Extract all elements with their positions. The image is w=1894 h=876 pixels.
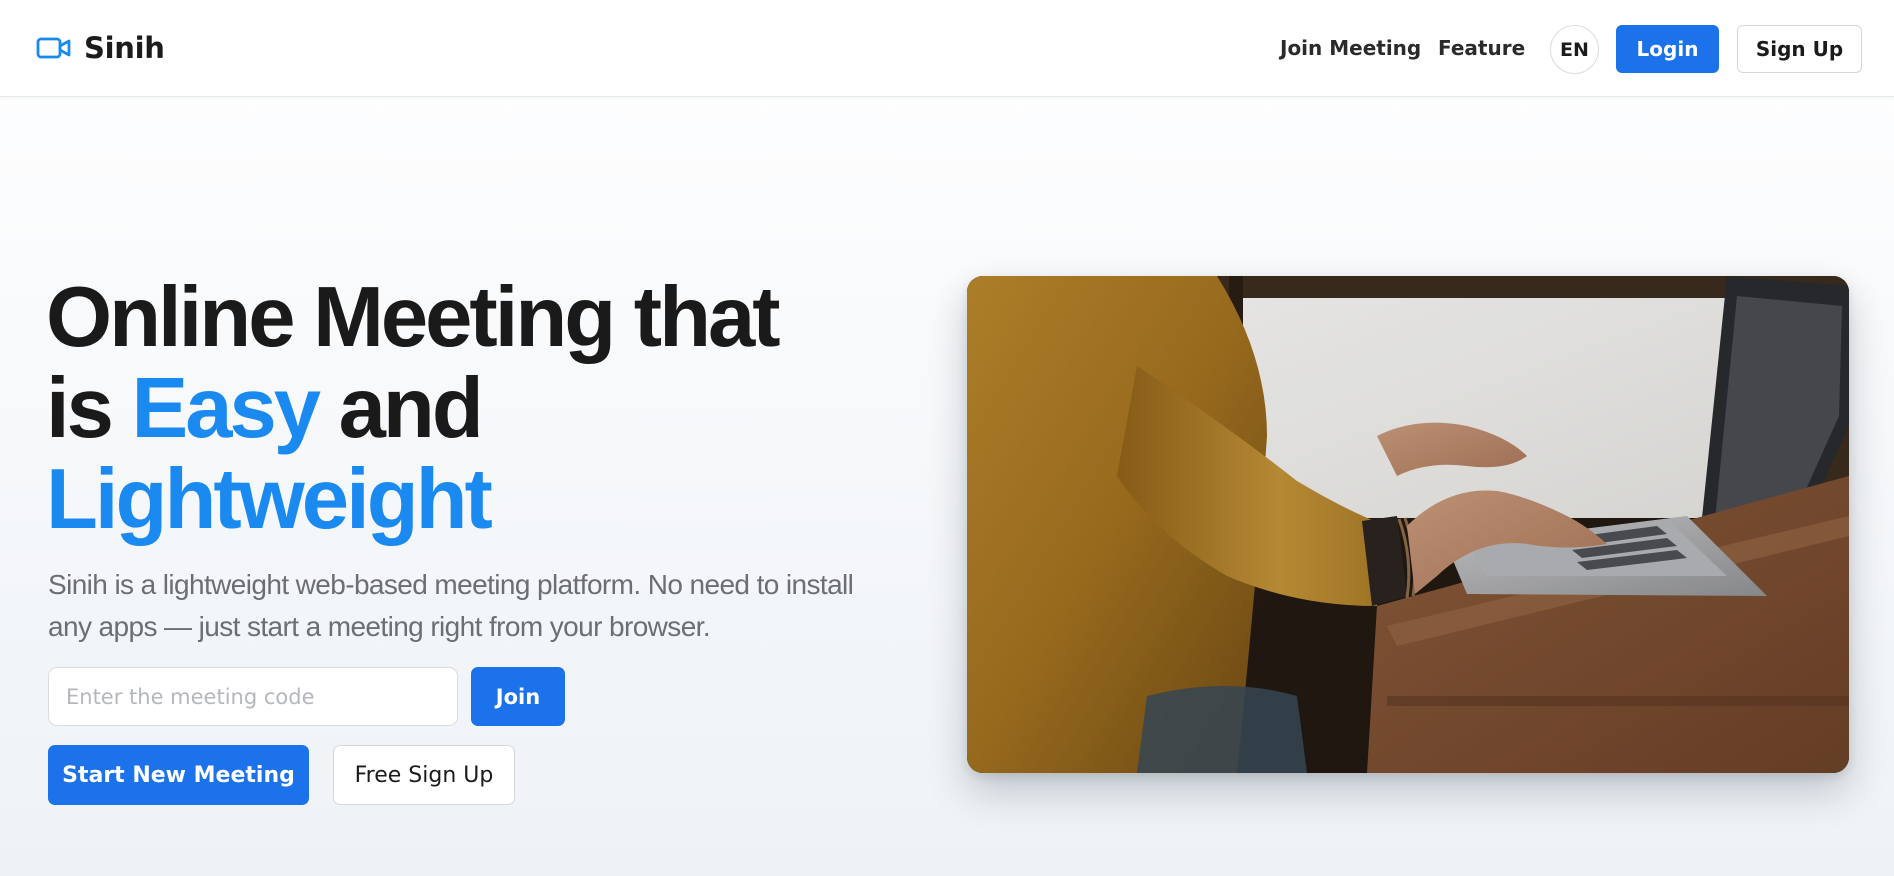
nav-join-meeting-link[interactable]: Join Meeting (1280, 36, 1421, 62)
meeting-code-input[interactable] (48, 667, 458, 726)
join-meeting-button[interactable]: Join (471, 667, 565, 726)
sign-up-button[interactable]: Sign Up (1737, 25, 1862, 73)
hero-photo (967, 276, 1849, 773)
nav-feature-link[interactable]: Feature (1438, 36, 1525, 62)
hero-title-line2-suffix: and (318, 361, 484, 456)
language-switch-button[interactable]: EN (1550, 25, 1599, 74)
brand-logo-link[interactable]: Sinih (36, 28, 165, 68)
hero-title: Online Meeting that is Easy and Lightwei… (46, 272, 906, 545)
video-camera-icon (36, 37, 71, 59)
hero-title-accent-lightweight: Lightweight (46, 452, 493, 547)
hero-title-line1: Online Meeting that (46, 270, 781, 365)
hero-title-line2-prefix: is (46, 361, 132, 456)
person-typing-on-laptop-illustration (967, 276, 1849, 773)
free-sign-up-button[interactable]: Free Sign Up (333, 745, 515, 805)
brand-name: Sinih (84, 31, 165, 65)
top-navbar: Sinih Join Meeting Feature EN Login Sign… (0, 0, 1894, 97)
hero-title-accent-easy: Easy (131, 361, 322, 456)
hero-description: Sinih is a lightweight web-based meeting… (48, 569, 854, 642)
start-new-meeting-button[interactable]: Start New Meeting (48, 745, 309, 805)
login-button[interactable]: Login (1616, 25, 1719, 73)
